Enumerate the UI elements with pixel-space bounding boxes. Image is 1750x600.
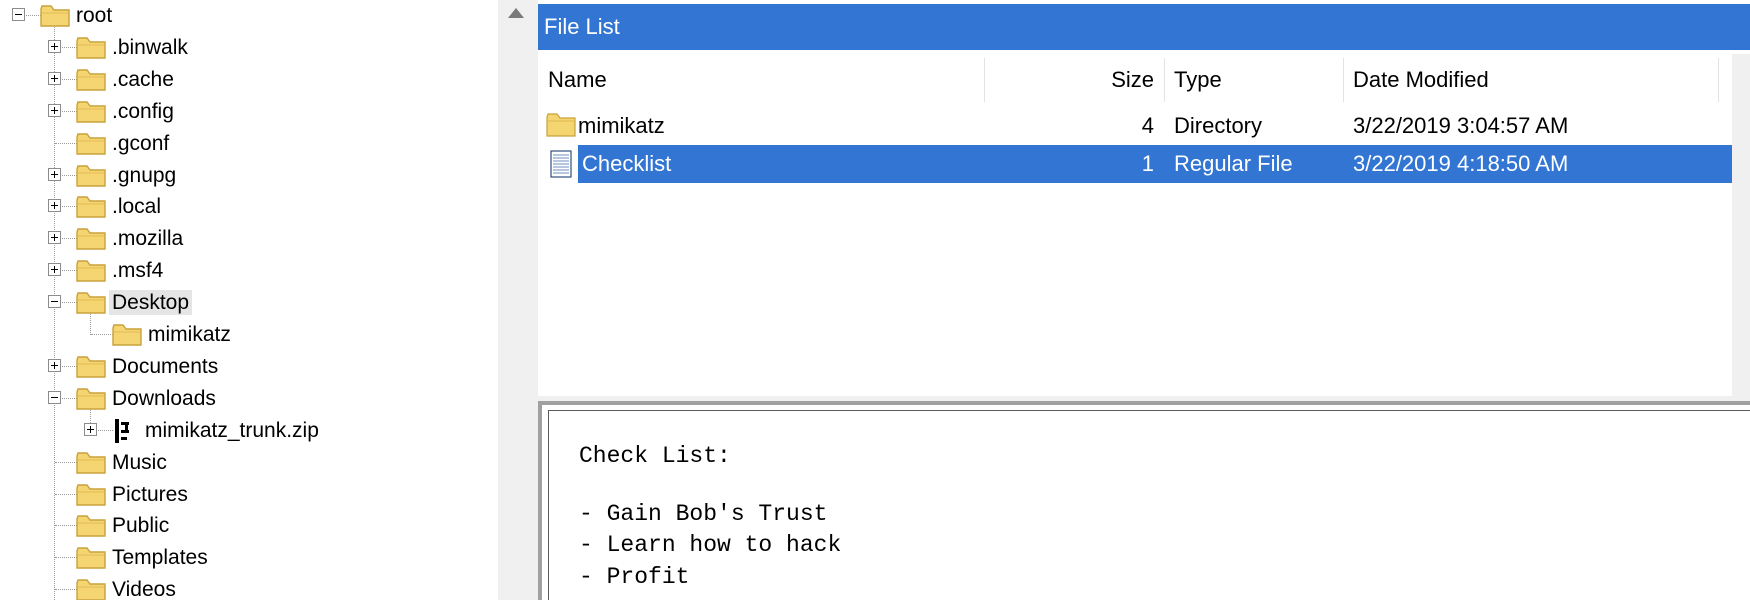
scroll-up-arrow-icon[interactable] bbox=[508, 8, 524, 18]
tree-item-config[interactable]: .config bbox=[0, 96, 498, 126]
tree-item-local[interactable]: .local bbox=[0, 191, 498, 221]
folder-icon bbox=[76, 100, 106, 123]
folder-icon bbox=[76, 260, 106, 282]
tree-item-templates[interactable]: Templates bbox=[0, 542, 498, 572]
tree-item-label: .gnupg bbox=[112, 163, 177, 187]
tree-item-pictures[interactable]: Pictures bbox=[0, 479, 498, 509]
collapse-icon[interactable] bbox=[48, 295, 61, 309]
tree-item-public[interactable]: Public bbox=[0, 510, 498, 540]
folder-icon bbox=[76, 132, 106, 155]
folder-icon bbox=[76, 69, 106, 91]
folder-icon bbox=[76, 37, 106, 59]
column-header-date-modified[interactable]: Date Modified bbox=[1353, 54, 1489, 106]
tree-item-label: .mozilla bbox=[112, 227, 184, 251]
folder-icon bbox=[546, 113, 576, 137]
tree-item-label: .msf4 bbox=[112, 259, 164, 283]
file-date-modified: 3/22/2019 3:04:57 AM bbox=[1353, 113, 1569, 138]
expand-icon[interactable] bbox=[84, 422, 97, 436]
preview-line: - Gain Bob's Trust bbox=[579, 501, 828, 527]
preview-line: - Learn how to hack bbox=[579, 532, 842, 558]
tree-item-label: Public bbox=[112, 514, 170, 538]
file-list-panel: File List Name Size Type Date Modified m… bbox=[538, 4, 1750, 396]
collapse-icon[interactable] bbox=[12, 8, 25, 21]
tree-item-label: .local bbox=[112, 195, 162, 219]
file-type: Directory bbox=[1174, 113, 1263, 138]
expand-icon[interactable] bbox=[48, 39, 61, 53]
tree-item-label: Templates bbox=[112, 546, 208, 570]
tree-item-msf4[interactable]: .msf4 bbox=[0, 255, 498, 285]
expand-icon[interactable] bbox=[48, 71, 61, 85]
tree-item-videos[interactable]: Videos bbox=[0, 574, 498, 600]
pane-splitter[interactable] bbox=[498, 0, 538, 600]
folder-icon bbox=[76, 356, 106, 378]
tree-item-mozilla[interactable]: .mozilla bbox=[0, 223, 498, 253]
text-file-icon bbox=[550, 150, 572, 178]
tree-item-music[interactable]: Music bbox=[0, 447, 498, 477]
tree-item-downloads[interactable]: Downloads bbox=[0, 383, 498, 413]
tree-item-documents[interactable]: Documents bbox=[0, 351, 498, 381]
tree-item-gconf[interactable]: .gconf bbox=[0, 128, 498, 158]
tree-item-label: .cache bbox=[112, 67, 174, 91]
folder-icon bbox=[76, 451, 106, 474]
tree-item-label: Downloads bbox=[112, 386, 216, 410]
expand-icon[interactable] bbox=[48, 358, 61, 372]
expand-icon[interactable] bbox=[48, 231, 61, 245]
tree-item-label: Videos bbox=[112, 578, 176, 600]
file-name: Checklist bbox=[582, 151, 672, 176]
file-name: mimikatz bbox=[578, 113, 665, 138]
archive-icon bbox=[112, 418, 142, 443]
tree-item-label: Documents bbox=[112, 354, 219, 378]
folder-icon bbox=[76, 292, 106, 314]
tree-item-binwalk[interactable]: .binwalk bbox=[0, 32, 498, 62]
file-row-selected[interactable]: Checklist 1 Regular File 3/22/2019 4:18:… bbox=[538, 145, 1732, 183]
tree-item-label: Music bbox=[112, 450, 167, 474]
file-list-title: File List bbox=[538, 4, 1750, 50]
tree-item-label: .config bbox=[112, 99, 174, 123]
expand-icon[interactable] bbox=[48, 167, 61, 181]
file-preview-pane[interactable]: Check List: - Gain Bob's Trust - Learn h… bbox=[538, 401, 1750, 600]
file-list-scrollbar[interactable] bbox=[1732, 54, 1750, 396]
expand-icon[interactable] bbox=[48, 263, 61, 277]
tree-item-cache[interactable]: .cache bbox=[0, 64, 498, 94]
tree-item-label: root bbox=[76, 4, 113, 27]
tree-item-desktop[interactable]: Desktop bbox=[0, 287, 498, 317]
file-list-header: Name Size Type Date Modified bbox=[538, 54, 1750, 106]
folder-icon bbox=[76, 483, 106, 506]
tree-item-mimikatz-trunk-zip[interactable]: mimikatz_trunk.zip bbox=[0, 415, 498, 445]
file-size: 1 bbox=[1141, 151, 1154, 176]
tree-item-label: Pictures bbox=[112, 482, 188, 506]
folder-icon bbox=[112, 324, 142, 346]
column-header-size[interactable]: Size bbox=[984, 54, 1164, 106]
file-row[interactable]: mimikatz 4 Directory 3/22/2019 3:04:57 A… bbox=[538, 107, 1732, 145]
expand-icon[interactable] bbox=[48, 199, 61, 213]
directory-tree[interactable]: root .binwalk .cache .config .gconf .gnupg .lo… bbox=[0, 0, 498, 600]
tree-item-gnupg[interactable]: .gnupg bbox=[0, 160, 498, 190]
folder-icon bbox=[76, 228, 106, 250]
folder-icon bbox=[76, 547, 106, 569]
tree-item-mimikatz[interactable]: mimikatz bbox=[0, 319, 498, 349]
tree-item-label: mimikatz_trunk.zip bbox=[145, 418, 319, 442]
folder-icon bbox=[40, 5, 70, 27]
folder-icon bbox=[76, 515, 106, 538]
collapse-icon[interactable] bbox=[48, 390, 61, 404]
tree-item-label: .binwalk bbox=[112, 35, 188, 59]
preview-line: - Profit bbox=[579, 564, 690, 590]
expand-icon[interactable] bbox=[48, 103, 61, 117]
column-header-name[interactable]: Name bbox=[548, 54, 607, 106]
folder-icon bbox=[76, 196, 106, 219]
tree-item-label: mimikatz bbox=[148, 323, 231, 346]
tree-item-label: .gconf bbox=[112, 131, 170, 155]
file-date-modified: 3/22/2019 4:18:50 AM bbox=[1353, 151, 1569, 176]
column-header-type[interactable]: Type bbox=[1174, 54, 1222, 106]
folder-icon bbox=[76, 388, 106, 410]
tree-item-root[interactable]: root bbox=[0, 0, 498, 30]
preview-line: Check List: bbox=[579, 443, 731, 469]
folder-icon bbox=[76, 164, 106, 187]
folder-icon bbox=[76, 579, 106, 600]
file-type: Regular File bbox=[1174, 151, 1293, 176]
file-size: 4 bbox=[1141, 113, 1154, 138]
tree-item-label: Desktop bbox=[109, 290, 193, 316]
